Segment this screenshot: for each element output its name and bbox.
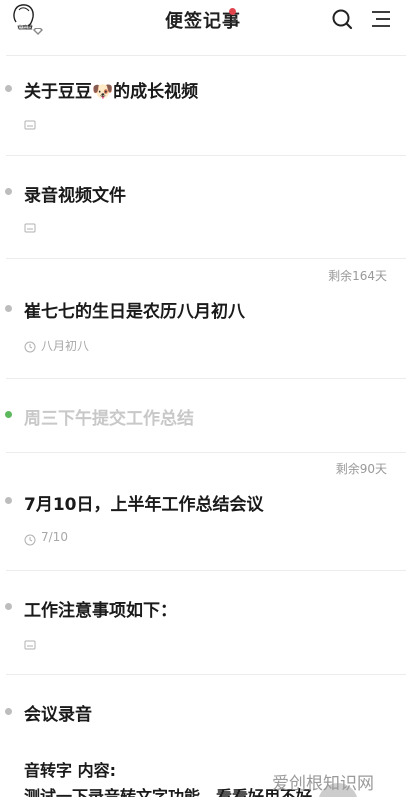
completed-bullet — [5, 411, 12, 418]
divider — [6, 570, 406, 571]
note-bullet — [5, 305, 12, 312]
divider — [6, 674, 406, 675]
reminder-date: 八月初八 — [41, 339, 90, 353]
note-body-line: 测试一下录音转文字功能，看看好用不好 — [24, 787, 313, 797]
note-title[interactable]: 工作注意事项如下： — [24, 596, 177, 621]
note-title[interactable]: 会议录音 — [24, 700, 92, 725]
title-red-dot — [229, 8, 236, 15]
note-title[interactable]: 关于豆豆🐶的成长视频 — [24, 77, 198, 102]
watermark-text: 爱创根知识网 — [272, 774, 374, 793]
menu-button[interactable] — [370, 8, 392, 30]
attachment-icon — [24, 219, 36, 233]
divider — [6, 55, 406, 56]
note-title[interactable]: 7月10日，上半年工作总结会议 — [24, 490, 264, 515]
remaining-days-label: 剩余90天 — [335, 462, 387, 476]
note-title[interactable]: 录音视频文件 — [24, 181, 126, 206]
search-button[interactable] — [331, 8, 353, 30]
clock-icon — [24, 531, 36, 546]
note-bullet — [5, 708, 12, 715]
remaining-days-label: 剩余164天 — [328, 269, 387, 283]
note-bullet — [5, 188, 12, 195]
search-icon — [332, 9, 353, 30]
note-bullet — [5, 85, 12, 92]
app-header: 小鸡腿 便签记事 — [0, 0, 406, 40]
note-title[interactable]: 崔七七的生日是农历八月初八 — [24, 297, 245, 322]
menu-icon — [372, 11, 390, 27]
attachment-icon — [24, 116, 36, 130]
divider — [6, 258, 406, 259]
note-bullet — [5, 497, 12, 504]
clock-icon — [24, 338, 36, 353]
attachment-icon — [24, 636, 36, 650]
note-bullet — [5, 603, 12, 610]
divider — [6, 378, 406, 379]
note-title-completed[interactable]: 周三下午提交工作总结 — [24, 404, 194, 429]
divider — [6, 452, 406, 453]
divider — [6, 155, 406, 156]
reminder-date: 7/10 — [41, 530, 68, 544]
note-body-line: 音转字 内容: — [24, 761, 116, 780]
title-dropdown-indicator[interactable] — [230, 17, 236, 23]
